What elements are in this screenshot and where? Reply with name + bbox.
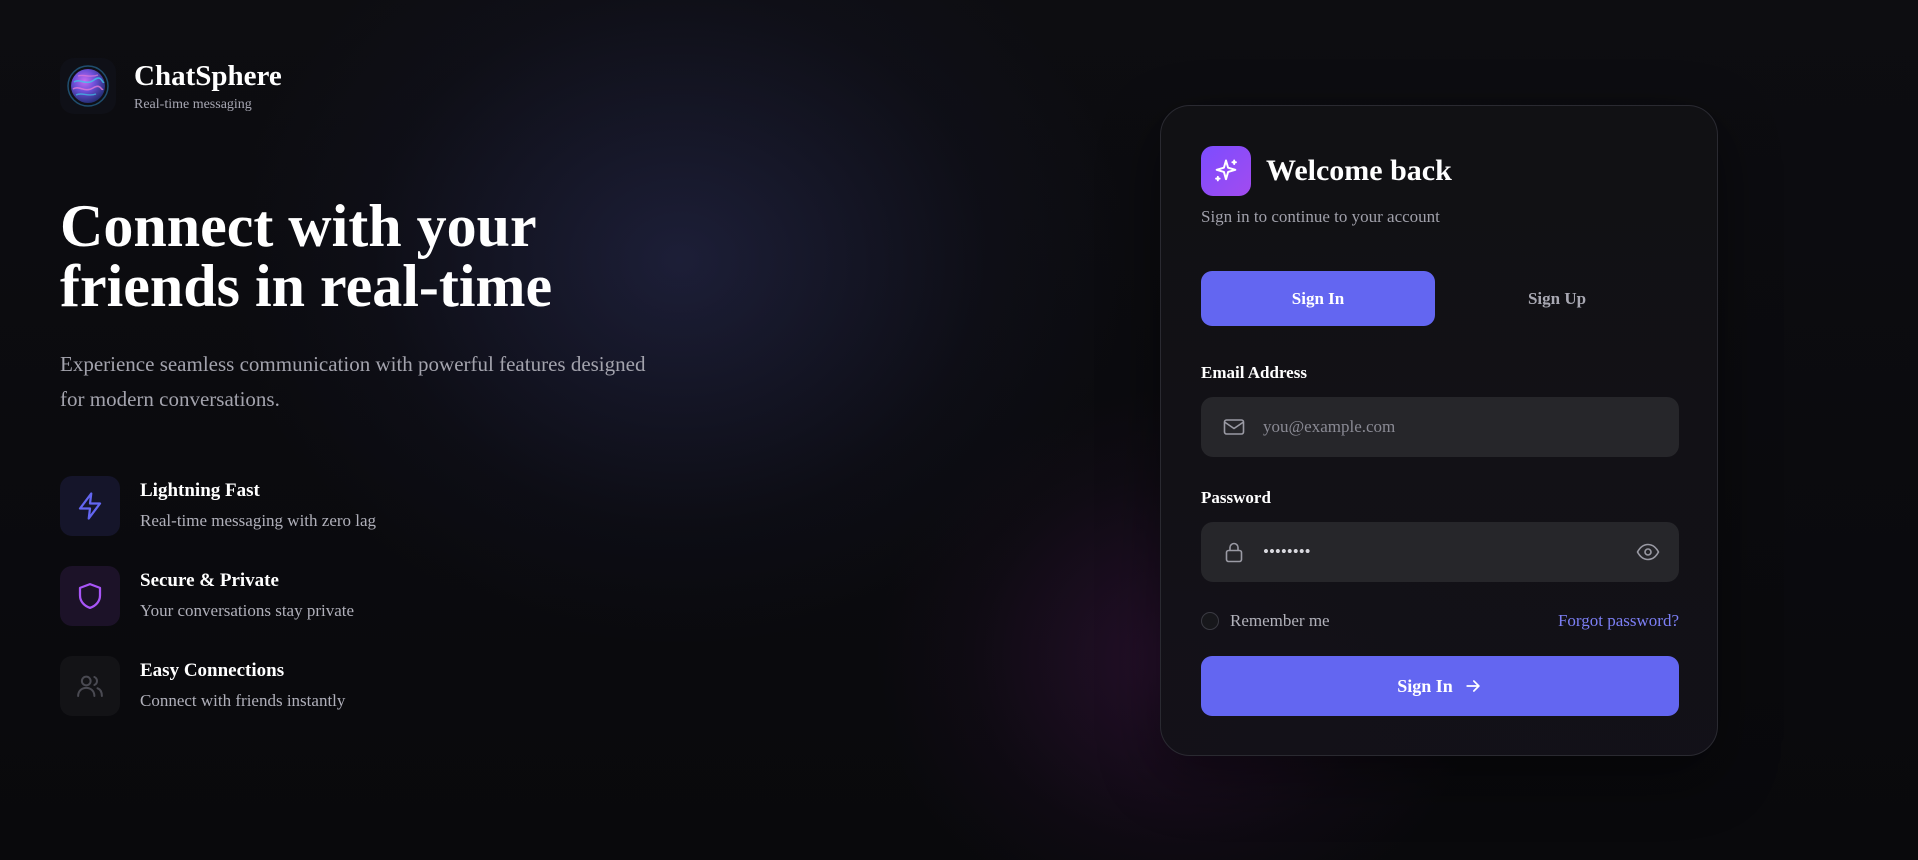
feature-item: Secure & Private Your conversations stay… [60, 566, 376, 656]
shield-icon [60, 566, 120, 626]
auth-tabs: Sign In Sign Up [1201, 271, 1679, 326]
remember-me-label: Remember me [1230, 611, 1330, 630]
globe-logo-icon [60, 58, 116, 114]
users-icon [60, 656, 120, 716]
feature-title: Secure & Private [140, 570, 279, 591]
email-field[interactable] [1261, 406, 1665, 448]
form-options: Remember me Forgot password? [1201, 609, 1679, 633]
feature-title: Easy Connections [140, 660, 285, 681]
email-label: Email Address [1201, 363, 1307, 382]
card-subtitle: Sign in to continue to your account [1201, 207, 1440, 226]
hero-subtitle: Experience seamless communication with p… [60, 352, 646, 411]
email-field-wrapper [1201, 397, 1679, 457]
card-title: Welcome back [1266, 154, 1452, 187]
brand-tagline: Real-time messaging [134, 97, 252, 112]
hero-title: Connect with your friends in real-time [60, 193, 553, 319]
sign-in-button[interactable]: Sign In [1201, 656, 1679, 716]
checkbox-circle[interactable] [1201, 612, 1219, 630]
brand-name: ChatSphere [134, 60, 282, 92]
feature-desc: Your conversations stay private [140, 601, 355, 620]
tab-sign-up[interactable]: Sign Up [1435, 271, 1679, 326]
feature-desc: Connect with friends instantly [140, 691, 346, 710]
feature-list: Lightning Fast Real-time messaging with … [60, 476, 376, 746]
forgot-password-link[interactable]: Forgot password? [1558, 611, 1679, 631]
feature-item: Easy Connections Connect with friends in… [60, 656, 376, 746]
remember-me-checkbox[interactable]: Remember me [1201, 611, 1330, 631]
password-label: Password [1201, 488, 1271, 507]
password-field-wrapper [1201, 522, 1679, 582]
auth-card: Welcome back Sign in to continue to your… [1160, 105, 1718, 756]
lightning-icon [60, 476, 120, 536]
tab-sign-in[interactable]: Sign In [1201, 271, 1435, 326]
arrow-right-icon [1463, 676, 1483, 696]
feature-title: Lightning Fast [140, 480, 260, 501]
sign-in-button-label: Sign In [1397, 675, 1453, 696]
feature-item: Lightning Fast Real-time messaging with … [60, 476, 376, 566]
eye-icon[interactable] [1635, 539, 1661, 565]
sparkles-icon [1201, 146, 1251, 196]
brand: ChatSphere Real-time messaging [60, 58, 282, 114]
password-field[interactable] [1261, 531, 1621, 573]
lock-icon [1221, 539, 1247, 565]
mail-icon [1221, 414, 1247, 440]
feature-desc: Real-time messaging with zero lag [140, 511, 377, 530]
